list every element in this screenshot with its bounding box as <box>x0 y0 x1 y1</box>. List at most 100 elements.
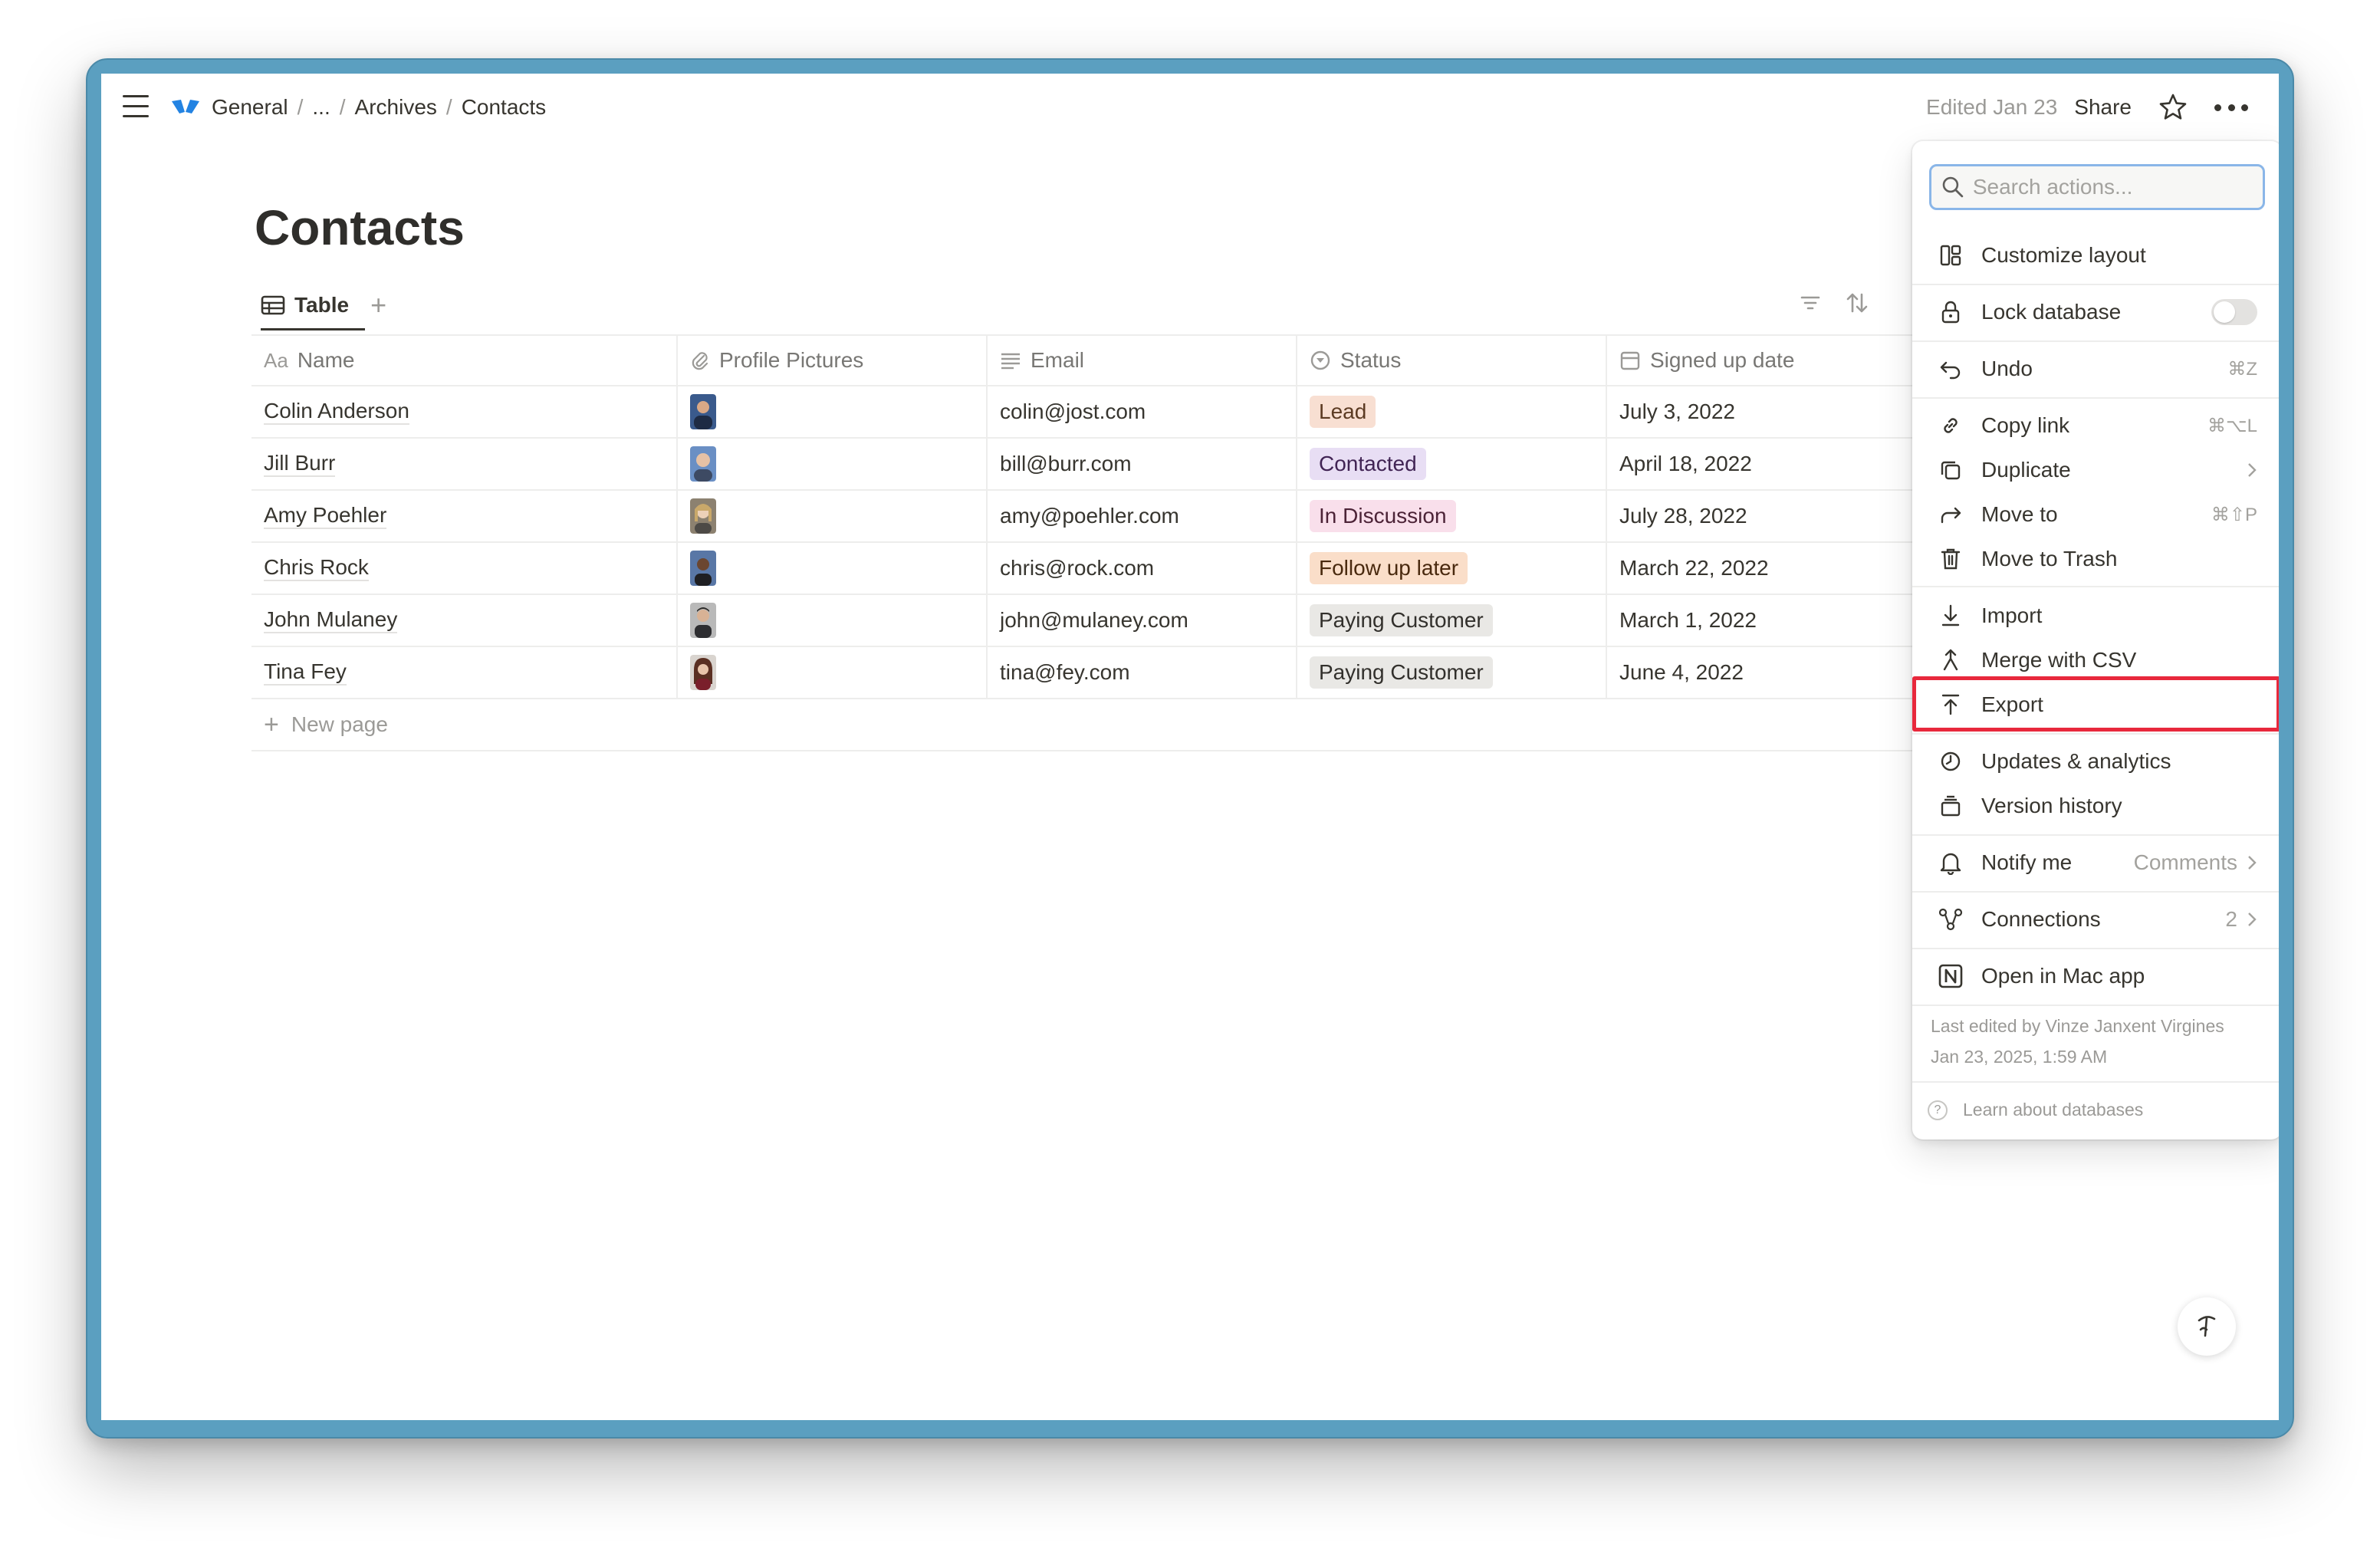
menu-item-duplicate[interactable]: Duplicate <box>1912 448 2279 492</box>
profile-picture[interactable] <box>690 394 716 429</box>
status-cell[interactable]: Paying Customer <box>1297 647 1607 698</box>
email-cell[interactable]: tina@fey.com <box>988 647 1297 698</box>
status-badge[interactable]: Paying Customer <box>1310 604 1493 636</box>
column-header-profile-pictures[interactable]: Profile Pictures <box>678 336 988 385</box>
search-field[interactable] <box>1929 164 2265 210</box>
breadcrumb-archives[interactable]: Archives <box>355 95 437 120</box>
email-cell[interactable]: colin@jost.com <box>988 386 1297 437</box>
help-circle-icon: ? <box>1928 1100 1948 1120</box>
tab-table[interactable]: Table <box>261 293 349 317</box>
column-header-status[interactable]: Status <box>1297 336 1607 385</box>
name-cell[interactable]: Amy Poehler <box>251 491 678 541</box>
last-edited-time: Jan 23, 2025, 1:59 AM <box>1931 1047 2108 1067</box>
profile-picture-cell[interactable] <box>678 491 988 541</box>
status-cell[interactable]: In Discussion <box>1297 491 1607 541</box>
menu-item-open-in-mac-app[interactable]: Open in Mac app <box>1912 954 2279 998</box>
attachment-icon <box>690 350 710 371</box>
status-badge[interactable]: Follow up later <box>1310 552 1468 584</box>
undo-icon <box>1937 355 1964 383</box>
menu-item-export[interactable]: Export <box>1912 682 2279 727</box>
name-cell[interactable]: John Mulaney <box>251 595 678 646</box>
filter-icon[interactable] <box>1799 291 1822 314</box>
breadcrumb-general[interactable]: General <box>212 95 288 120</box>
contact-name[interactable]: Tina Fey <box>264 659 347 686</box>
sort-icon[interactable] <box>1845 291 1869 314</box>
profile-picture-cell[interactable] <box>678 595 988 646</box>
contact-name[interactable]: Chris Rock <box>264 555 369 581</box>
name-cell[interactable]: Tina Fey <box>251 647 678 698</box>
status-badge[interactable]: In Discussion <box>1310 500 1456 532</box>
star-icon[interactable] <box>2158 92 2188 123</box>
learn-about-databases-link[interactable]: ? Learn about databases <box>1928 1100 2143 1120</box>
column-header-email[interactable]: Email <box>988 336 1297 385</box>
search-actions-input[interactable] <box>1972 175 2263 199</box>
menu-item-label: Merge with CSV <box>1981 648 2137 672</box>
profile-picture[interactable] <box>690 655 716 690</box>
table-row[interactable]: Colin Anderson colin@jost.com Lead July … <box>251 386 2015 439</box>
lock-toggle[interactable] <box>2211 299 2257 325</box>
menu-item-lock-database[interactable]: Lock database <box>1912 290 2279 334</box>
menu-item-merge-with-csv[interactable]: Merge with CSV <box>1912 638 2279 682</box>
status-badge[interactable]: Lead <box>1310 396 1376 428</box>
menu-item-import[interactable]: Import <box>1912 594 2279 638</box>
menu-item-version-history[interactable]: Version history <box>1912 784 2279 828</box>
email-cell[interactable]: amy@poehler.com <box>988 491 1297 541</box>
profile-picture-cell[interactable] <box>678 439 988 489</box>
name-cell[interactable]: Colin Anderson <box>251 386 678 437</box>
profile-picture-cell[interactable] <box>678 647 988 698</box>
connections-count: 2 <box>2225 907 2257 932</box>
menu-item-copy-link[interactable]: Copy link ⌘⌥L <box>1912 403 2279 448</box>
edited-status: Edited Jan 23 <box>1926 95 2058 119</box>
menu-item-updates-analytics[interactable]: Updates & analytics <box>1912 739 2279 784</box>
table-row[interactable]: Jill Burr bill@burr.com Contacted April … <box>251 439 2015 491</box>
menu-item-move-to-trash[interactable]: Move to Trash <box>1912 537 2279 581</box>
status-cell[interactable]: Lead <box>1297 386 1607 437</box>
breadcrumb-ellipsis[interactable]: ... <box>312 95 330 120</box>
share-button[interactable]: Share <box>2074 95 2132 120</box>
column-header-label: Status <box>1340 348 1402 372</box>
more-icon[interactable] <box>2214 92 2248 123</box>
menu-item-move-to[interactable]: Move to ⌘⇧P <box>1912 492 2279 537</box>
export-icon <box>1937 691 1964 718</box>
status-badge[interactable]: Contacted <box>1310 448 1426 480</box>
column-header-name[interactable]: Aa Name <box>251 336 678 385</box>
email-cell[interactable]: bill@burr.com <box>988 439 1297 489</box>
profile-picture-cell[interactable] <box>678 386 988 437</box>
connections-icon <box>1937 906 1964 933</box>
table-row[interactable]: Tina Fey tina@fey.com Paying Customer Ju… <box>251 647 2015 699</box>
menu-item-label: Version history <box>1981 794 2122 817</box>
table-row[interactable]: Chris Rock chris@rock.com Follow up late… <box>251 543 2015 595</box>
name-cell[interactable]: Jill Burr <box>251 439 678 489</box>
menu-item-connections[interactable]: Connections 2 <box>1912 897 2279 942</box>
profile-picture[interactable] <box>690 498 716 534</box>
menu-item-undo[interactable]: Undo ⌘Z <box>1912 347 2279 391</box>
menu-item-customize-layout[interactable]: Customize layout <box>1912 233 2279 278</box>
help-icon[interactable] <box>2178 1297 2236 1356</box>
status-cell[interactable]: Paying Customer <box>1297 595 1607 646</box>
status-badge[interactable]: Paying Customer <box>1310 656 1493 689</box>
chevron-right-icon <box>2248 856 2257 870</box>
status-cell[interactable]: Follow up later <box>1297 543 1607 594</box>
menu-item-notify-me[interactable]: Notify me Comments <box>1912 840 2279 885</box>
table-row[interactable]: John Mulaney john@mulaney.com Paying Cus… <box>251 595 2015 647</box>
profile-picture[interactable] <box>690 551 716 586</box>
email-cell[interactable]: john@mulaney.com <box>988 595 1297 646</box>
breadcrumb-contacts[interactable]: Contacts <box>462 95 547 120</box>
contact-name[interactable]: Amy Poehler <box>264 503 387 529</box>
bell-icon <box>1937 849 1964 876</box>
add-view-button[interactable]: + <box>370 291 386 319</box>
status-cell[interactable]: Contacted <box>1297 439 1607 489</box>
email-cell[interactable]: chris@rock.com <box>988 543 1297 594</box>
contact-name[interactable]: John Mulaney <box>264 607 398 633</box>
table-row[interactable]: Amy Poehler amy@poehler.com In Discussio… <box>251 491 2015 543</box>
new-page-button[interactable]: + New page <box>251 699 2015 751</box>
profile-picture[interactable] <box>690 603 716 638</box>
contact-name[interactable]: Colin Anderson <box>264 399 409 425</box>
menu-item-label: Open in Mac app <box>1981 964 2145 988</box>
top-right-actions: Edited Jan 23 Share <box>1926 90 2248 124</box>
profile-picture[interactable] <box>690 446 716 482</box>
name-cell[interactable]: Chris Rock <box>251 543 678 594</box>
hamburger-icon[interactable] <box>123 95 149 118</box>
contact-name[interactable]: Jill Burr <box>264 451 336 477</box>
profile-picture-cell[interactable] <box>678 543 988 594</box>
